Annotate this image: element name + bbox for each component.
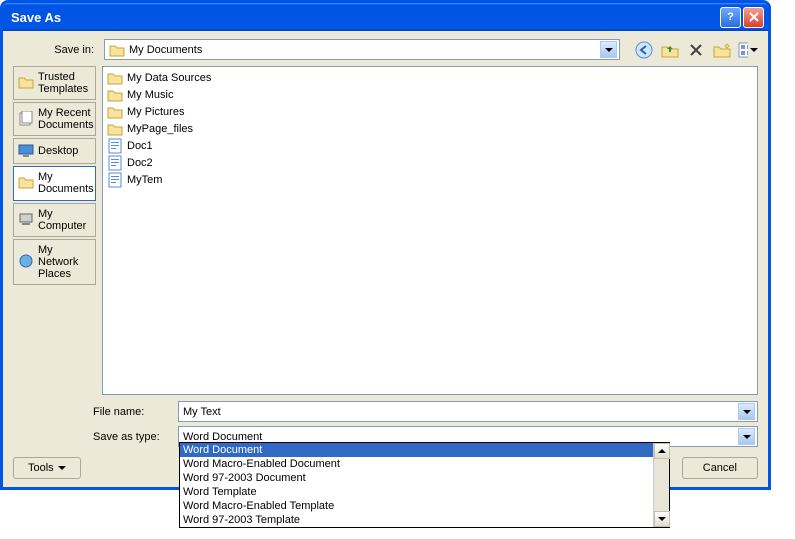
save-as-type-value: Word Document (183, 431, 262, 443)
docs-icon (18, 111, 34, 127)
folder-icon (18, 175, 34, 191)
places-item[interactable]: My Documents (13, 166, 96, 200)
dropdown-item[interactable]: Word Document (180, 443, 669, 457)
file-item-name: Doc1 (127, 140, 153, 152)
saveastype-arrow-icon[interactable] (738, 428, 755, 445)
file-item[interactable]: My Music (105, 86, 755, 103)
places-item-label: My Recent Documents (38, 107, 94, 131)
file-item[interactable]: MyPage_files (105, 120, 755, 137)
up-one-level-button[interactable] (660, 40, 680, 60)
places-item-label: Desktop (38, 145, 78, 157)
folder-icon (107, 87, 123, 103)
places-item[interactable]: My Network Places (13, 239, 96, 285)
places-item[interactable]: My Recent Documents (13, 102, 96, 136)
file-item-name: My Music (127, 89, 173, 101)
computer-icon (18, 212, 34, 228)
combo-arrow-icon[interactable] (600, 41, 617, 58)
tools-label: Tools (28, 462, 54, 474)
filename-value: My Text (183, 406, 221, 418)
folder-icon (107, 104, 123, 120)
places-item[interactable]: Trusted Templates (13, 66, 96, 100)
save-as-type-dropdown[interactable]: Word DocumentWord Macro-Enabled Document… (179, 442, 670, 528)
back-button[interactable] (634, 40, 654, 60)
save-in-label: Save in: (13, 44, 98, 56)
folder-icon (18, 75, 34, 91)
dropdown-item[interactable]: Word Macro-Enabled Template (180, 499, 669, 513)
dropdown-scrollbar[interactable] (653, 443, 669, 527)
save-as-type-label: Save as type: (13, 431, 178, 443)
dialog-title: Save As (11, 10, 718, 25)
save-as-dialog: Save As ? Save in: My Documents (0, 0, 771, 490)
places-bar: Trusted Templates My Recent Documents Desk… (13, 66, 98, 395)
file-item[interactable]: My Data Sources (105, 69, 755, 86)
views-button[interactable] (738, 40, 758, 60)
dropdown-item[interactable]: Word 97-2003 Template (180, 513, 669, 527)
file-item-name: MyTem (127, 174, 162, 186)
new-folder-button[interactable] (712, 40, 732, 60)
scroll-down-button[interactable] (654, 511, 670, 527)
places-item-label: My Computer (38, 208, 91, 232)
doc-icon (107, 155, 123, 171)
dropdown-item[interactable]: Word Macro-Enabled Document (180, 457, 669, 471)
save-in-value: My Documents (129, 44, 202, 56)
file-list[interactable]: My Data Sources My Music My Pictures MyPage… (102, 66, 758, 395)
delete-button[interactable] (686, 40, 706, 60)
scroll-up-button[interactable] (654, 443, 670, 459)
help-button[interactable]: ? (720, 7, 741, 28)
filename-label: File name: (13, 406, 178, 418)
places-item-label: Trusted Templates (38, 71, 91, 95)
titlebar: Save As ? (3, 3, 768, 31)
desktop-icon (18, 143, 34, 159)
places-item[interactable]: My Computer (13, 203, 96, 237)
filename-arrow-icon[interactable] (738, 403, 755, 420)
file-item[interactable]: Doc1 (105, 137, 755, 154)
dropdown-item[interactable]: Word Template (180, 485, 669, 499)
file-item-name: MyPage_files (127, 123, 193, 135)
tools-button[interactable]: Tools (13, 457, 81, 479)
dropdown-item[interactable]: Word 97-2003 Document (180, 471, 669, 485)
file-item-name: Doc2 (127, 157, 153, 169)
file-item-name: My Pictures (127, 106, 184, 118)
doc-icon (107, 138, 123, 154)
file-item[interactable]: Doc2 (105, 154, 755, 171)
cancel-button[interactable]: Cancel (682, 457, 758, 479)
file-item[interactable]: My Pictures (105, 103, 755, 120)
network-icon (18, 254, 34, 270)
places-item-label: My Network Places (38, 244, 91, 280)
places-item[interactable]: Desktop (13, 138, 96, 164)
file-item[interactable]: MyTem (105, 171, 755, 188)
places-item-label: My Documents (38, 171, 94, 195)
save-in-combo[interactable]: My Documents (104, 39, 620, 60)
doc-icon (107, 172, 123, 188)
filename-field[interactable]: My Text (178, 401, 758, 422)
folder-icon (107, 121, 123, 137)
file-item-name: My Data Sources (127, 72, 211, 84)
folder-icon (109, 43, 125, 57)
cancel-label: Cancel (703, 462, 737, 474)
close-button[interactable] (743, 7, 764, 28)
folder-special-icon (107, 70, 123, 86)
